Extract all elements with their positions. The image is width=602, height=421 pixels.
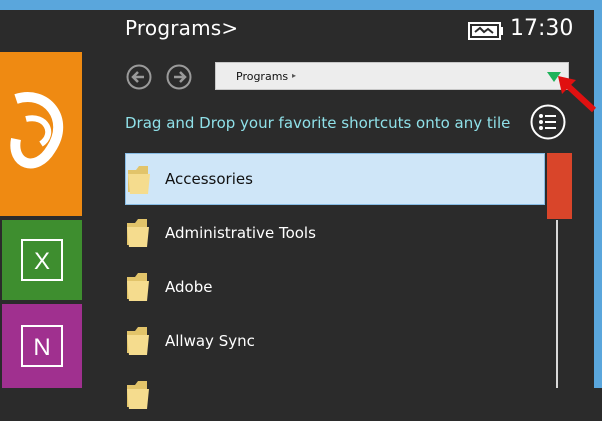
folder-icon (127, 273, 149, 301)
excel-tile[interactable]: X (2, 220, 82, 300)
hint-text: Drag and Drop your favorite shortcuts on… (125, 114, 511, 132)
page-title: Programs> (125, 16, 239, 40)
folder-icon (128, 166, 150, 194)
list-menu-icon[interactable] (530, 104, 566, 140)
forward-arrow-icon[interactable] (166, 64, 192, 90)
excel-letter: X (34, 248, 50, 275)
onenote-tile[interactable]: N (2, 304, 82, 388)
item-label: Accessories (165, 170, 253, 188)
onenote-letter: N (33, 334, 50, 361)
clock: 17:30 (510, 16, 574, 41)
path-separator: ▸ (292, 71, 297, 80)
folder-icon (127, 327, 149, 355)
app-tile-orange[interactable] (0, 52, 82, 216)
item-label: Allway Sync (165, 332, 255, 350)
list-item-accessories[interactable]: Accessories (125, 153, 545, 205)
onenote-icon: N (21, 325, 63, 367)
item-label: Administrative Tools (165, 224, 316, 242)
scrollbar-thumb[interactable] (547, 153, 572, 219)
item-label: Adobe (165, 278, 213, 296)
path-label: Programs (236, 70, 289, 83)
window-top-edge (0, 0, 602, 10)
excel-icon: X (21, 239, 63, 281)
swirl-app-icon (10, 92, 64, 169)
back-arrow-icon[interactable] (126, 64, 152, 90)
battery-icon (468, 22, 503, 40)
list-item-administrative-tools[interactable]: Administrative Tools (125, 207, 545, 259)
folder-icon (127, 381, 149, 409)
window-right-edge (594, 0, 602, 388)
path-dropdown[interactable]: Programs ▸ (215, 62, 569, 90)
scrollbar-track[interactable] (556, 220, 558, 388)
list-item-adobe[interactable]: Adobe (125, 261, 545, 313)
list-item-partial[interactable] (125, 369, 545, 421)
folder-icon (127, 219, 149, 247)
list-item-allway-sync[interactable]: Allway Sync (125, 315, 545, 367)
